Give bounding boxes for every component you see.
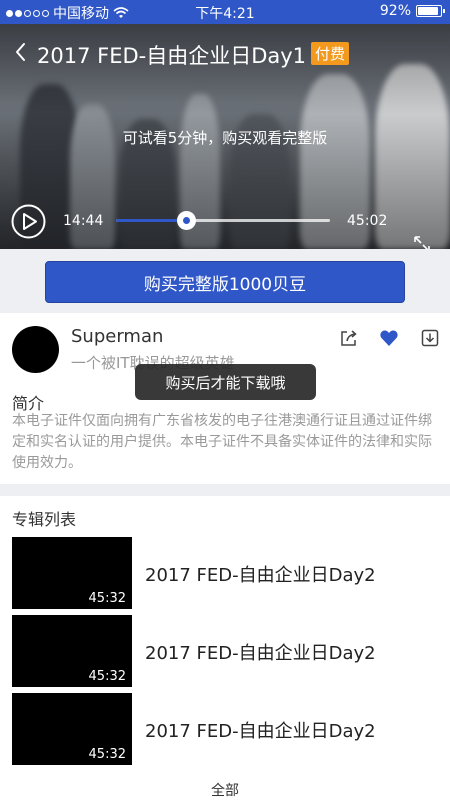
- expand-icon[interactable]: [412, 234, 432, 249]
- progress-thumb[interactable]: [176, 211, 196, 230]
- battery-percent: 92%: [379, 3, 411, 19]
- album-list-item[interactable]: 45:32 2017 FED-自由企业日Day2: [0, 693, 450, 767]
- play-icon[interactable]: [11, 204, 46, 239]
- album-list-item[interactable]: 45:32 2017 FED-自由企业日Day2: [0, 615, 450, 689]
- current-time: 14:44: [63, 213, 104, 229]
- progress-fill: [116, 219, 186, 222]
- section-divider: [0, 484, 450, 496]
- album-item-title[interactable]: 2017 FED-自由企业日Day2: [145, 639, 376, 665]
- download-icon[interactable]: [420, 328, 440, 348]
- album-heading: 专辑列表: [12, 510, 77, 529]
- album-list-item[interactable]: 45:32 2017 FED-自由企业日Day2: [0, 537, 450, 611]
- buy-full-button[interactable]: 购买完整版1000贝豆: [45, 261, 405, 303]
- total-time: 45:02: [347, 213, 388, 229]
- album-duration: 45:32: [88, 669, 126, 684]
- battery-icon: [416, 5, 445, 17]
- chevron-left-icon[interactable]: [12, 41, 30, 63]
- heart-icon[interactable]: [379, 328, 399, 348]
- view-all-link[interactable]: 全部: [0, 780, 450, 800]
- avatar[interactable]: [12, 326, 59, 373]
- intro-text: 本电子证件仅面向拥有广东省核发的电子往港澳通行证且通过证件绑定和实名认证的用户提…: [12, 413, 432, 471]
- status-bar: 中国移动 下午4:21 92%: [0, 0, 450, 24]
- video-title: 2017 FED-自由企业日Day1: [37, 44, 307, 68]
- album-duration: 45:32: [88, 591, 126, 606]
- video-player[interactable]: 2017 FED-自由企业日Day1 付费 可试看5分钟，购买观看完整版 14:…: [0, 24, 450, 249]
- album-thumbnail[interactable]: 45:32: [12, 537, 132, 609]
- buy-section: 购买完整版1000贝豆: [0, 249, 450, 313]
- album-item-title[interactable]: 2017 FED-自由企业日Day2: [145, 561, 376, 587]
- progress-bar[interactable]: [116, 211, 330, 230]
- album-thumbnail[interactable]: 45:32: [12, 615, 132, 687]
- share-icon[interactable]: [339, 328, 359, 348]
- trial-notice: 可试看5分钟，购买观看完整版: [122, 129, 328, 147]
- album-thumbnail[interactable]: 45:32: [12, 693, 132, 765]
- download-toast: 购买后才能下载哦: [135, 364, 316, 400]
- paid-badge: 付费: [311, 42, 350, 65]
- album-duration: 45:32: [88, 747, 126, 762]
- album-item-title[interactable]: 2017 FED-自由企业日Day2: [145, 717, 376, 743]
- status-bar-right: 92%: [379, 3, 445, 19]
- author-name: Superman: [71, 326, 164, 347]
